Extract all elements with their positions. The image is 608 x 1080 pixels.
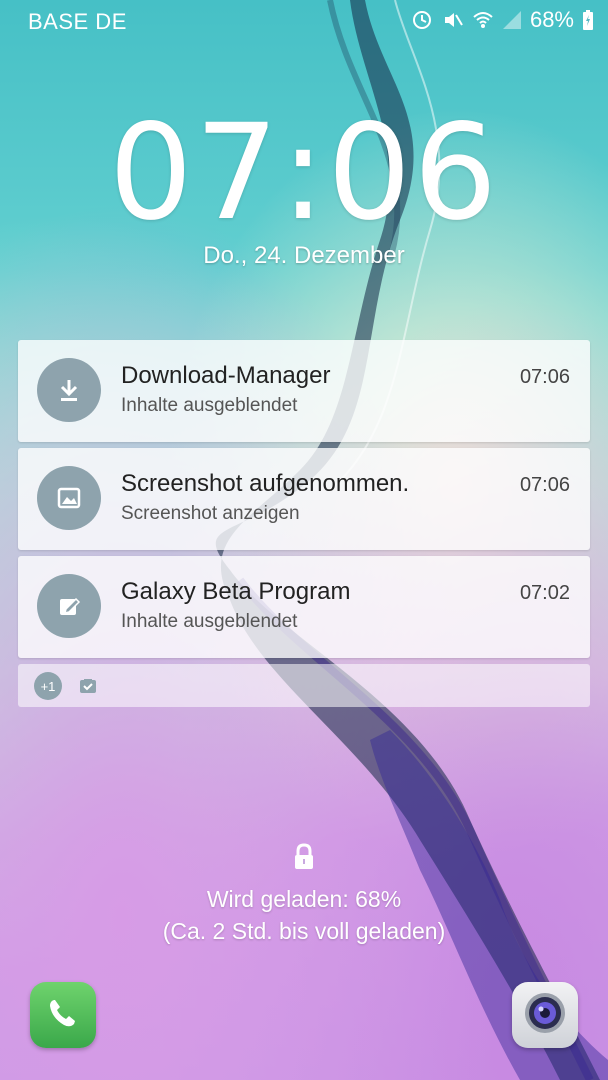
more-count-badge: +1	[34, 672, 62, 700]
edit-icon	[37, 574, 101, 638]
battery-percent: 68%	[529, 7, 574, 32]
camera-icon	[523, 991, 567, 1040]
battery-charging-icon	[582, 9, 594, 31]
notification-galaxy-beta[interactable]: Galaxy Beta Program Inhalte ausgeblendet…	[18, 556, 590, 658]
lockscreen-clock: 07:06	[0, 96, 608, 250]
notification-subtitle: Screenshot anzeigen	[121, 503, 300, 524]
notification-time: 07:06	[519, 366, 570, 388]
clock-separator: :	[280, 96, 328, 250]
notification-title: Download-Manager	[121, 362, 331, 389]
signal-icon	[502, 9, 522, 31]
notification-time: 07:02	[519, 582, 570, 604]
alarm-sync-icon	[412, 9, 434, 31]
lock-icon	[292, 843, 316, 876]
notification-title: Screenshot aufgenommen.	[121, 470, 410, 497]
clock-hours: 07	[108, 96, 281, 250]
notification-subtitle: Inhalte ausgeblendet	[121, 611, 298, 632]
notification-subtitle: Inhalte ausgeblendet	[121, 395, 298, 416]
mute-icon	[442, 9, 464, 31]
camera-shortcut[interactable]	[512, 982, 578, 1048]
lockscreen-date: Do., 24. Dezember	[203, 242, 405, 269]
more-notifications-bar[interactable]: +1	[18, 664, 590, 707]
charging-estimate: (Ca. 2 Std. bis voll geladen)	[162, 918, 446, 944]
image-icon	[37, 466, 101, 530]
notification-screenshot[interactable]: Screenshot aufgenommen. Screenshot anzei…	[18, 448, 590, 550]
download-icon	[37, 358, 101, 422]
clock-minutes: 06	[327, 96, 500, 250]
charging-status: Wird geladen: 68%	[206, 886, 402, 912]
notification-time: 07:06	[519, 474, 570, 496]
notification-download-manager[interactable]: Download-Manager Inhalte ausgeblendet 07…	[18, 340, 590, 442]
status-bar: BASE DE 68%	[0, 0, 608, 44]
carrier-name: BASE DE	[28, 9, 127, 34]
clipboard-check-icon	[78, 675, 98, 700]
wifi-icon	[472, 9, 494, 31]
phone-icon	[46, 996, 80, 1035]
status-icons: 68%	[412, 7, 594, 33]
notification-title: Galaxy Beta Program	[121, 578, 351, 605]
phone-shortcut[interactable]	[30, 982, 96, 1048]
